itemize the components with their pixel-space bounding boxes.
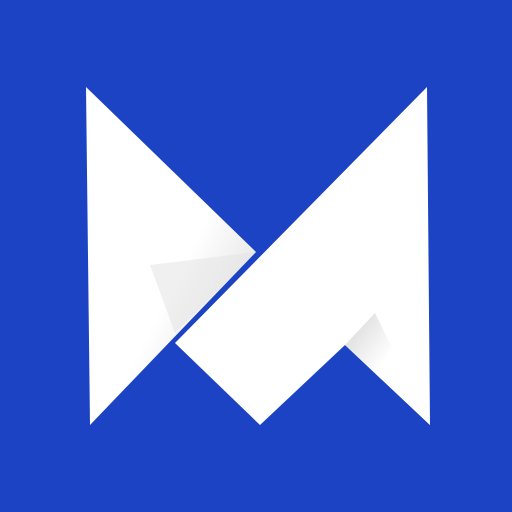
app-icon-background bbox=[0, 0, 512, 512]
m-logo-icon bbox=[86, 87, 430, 425]
